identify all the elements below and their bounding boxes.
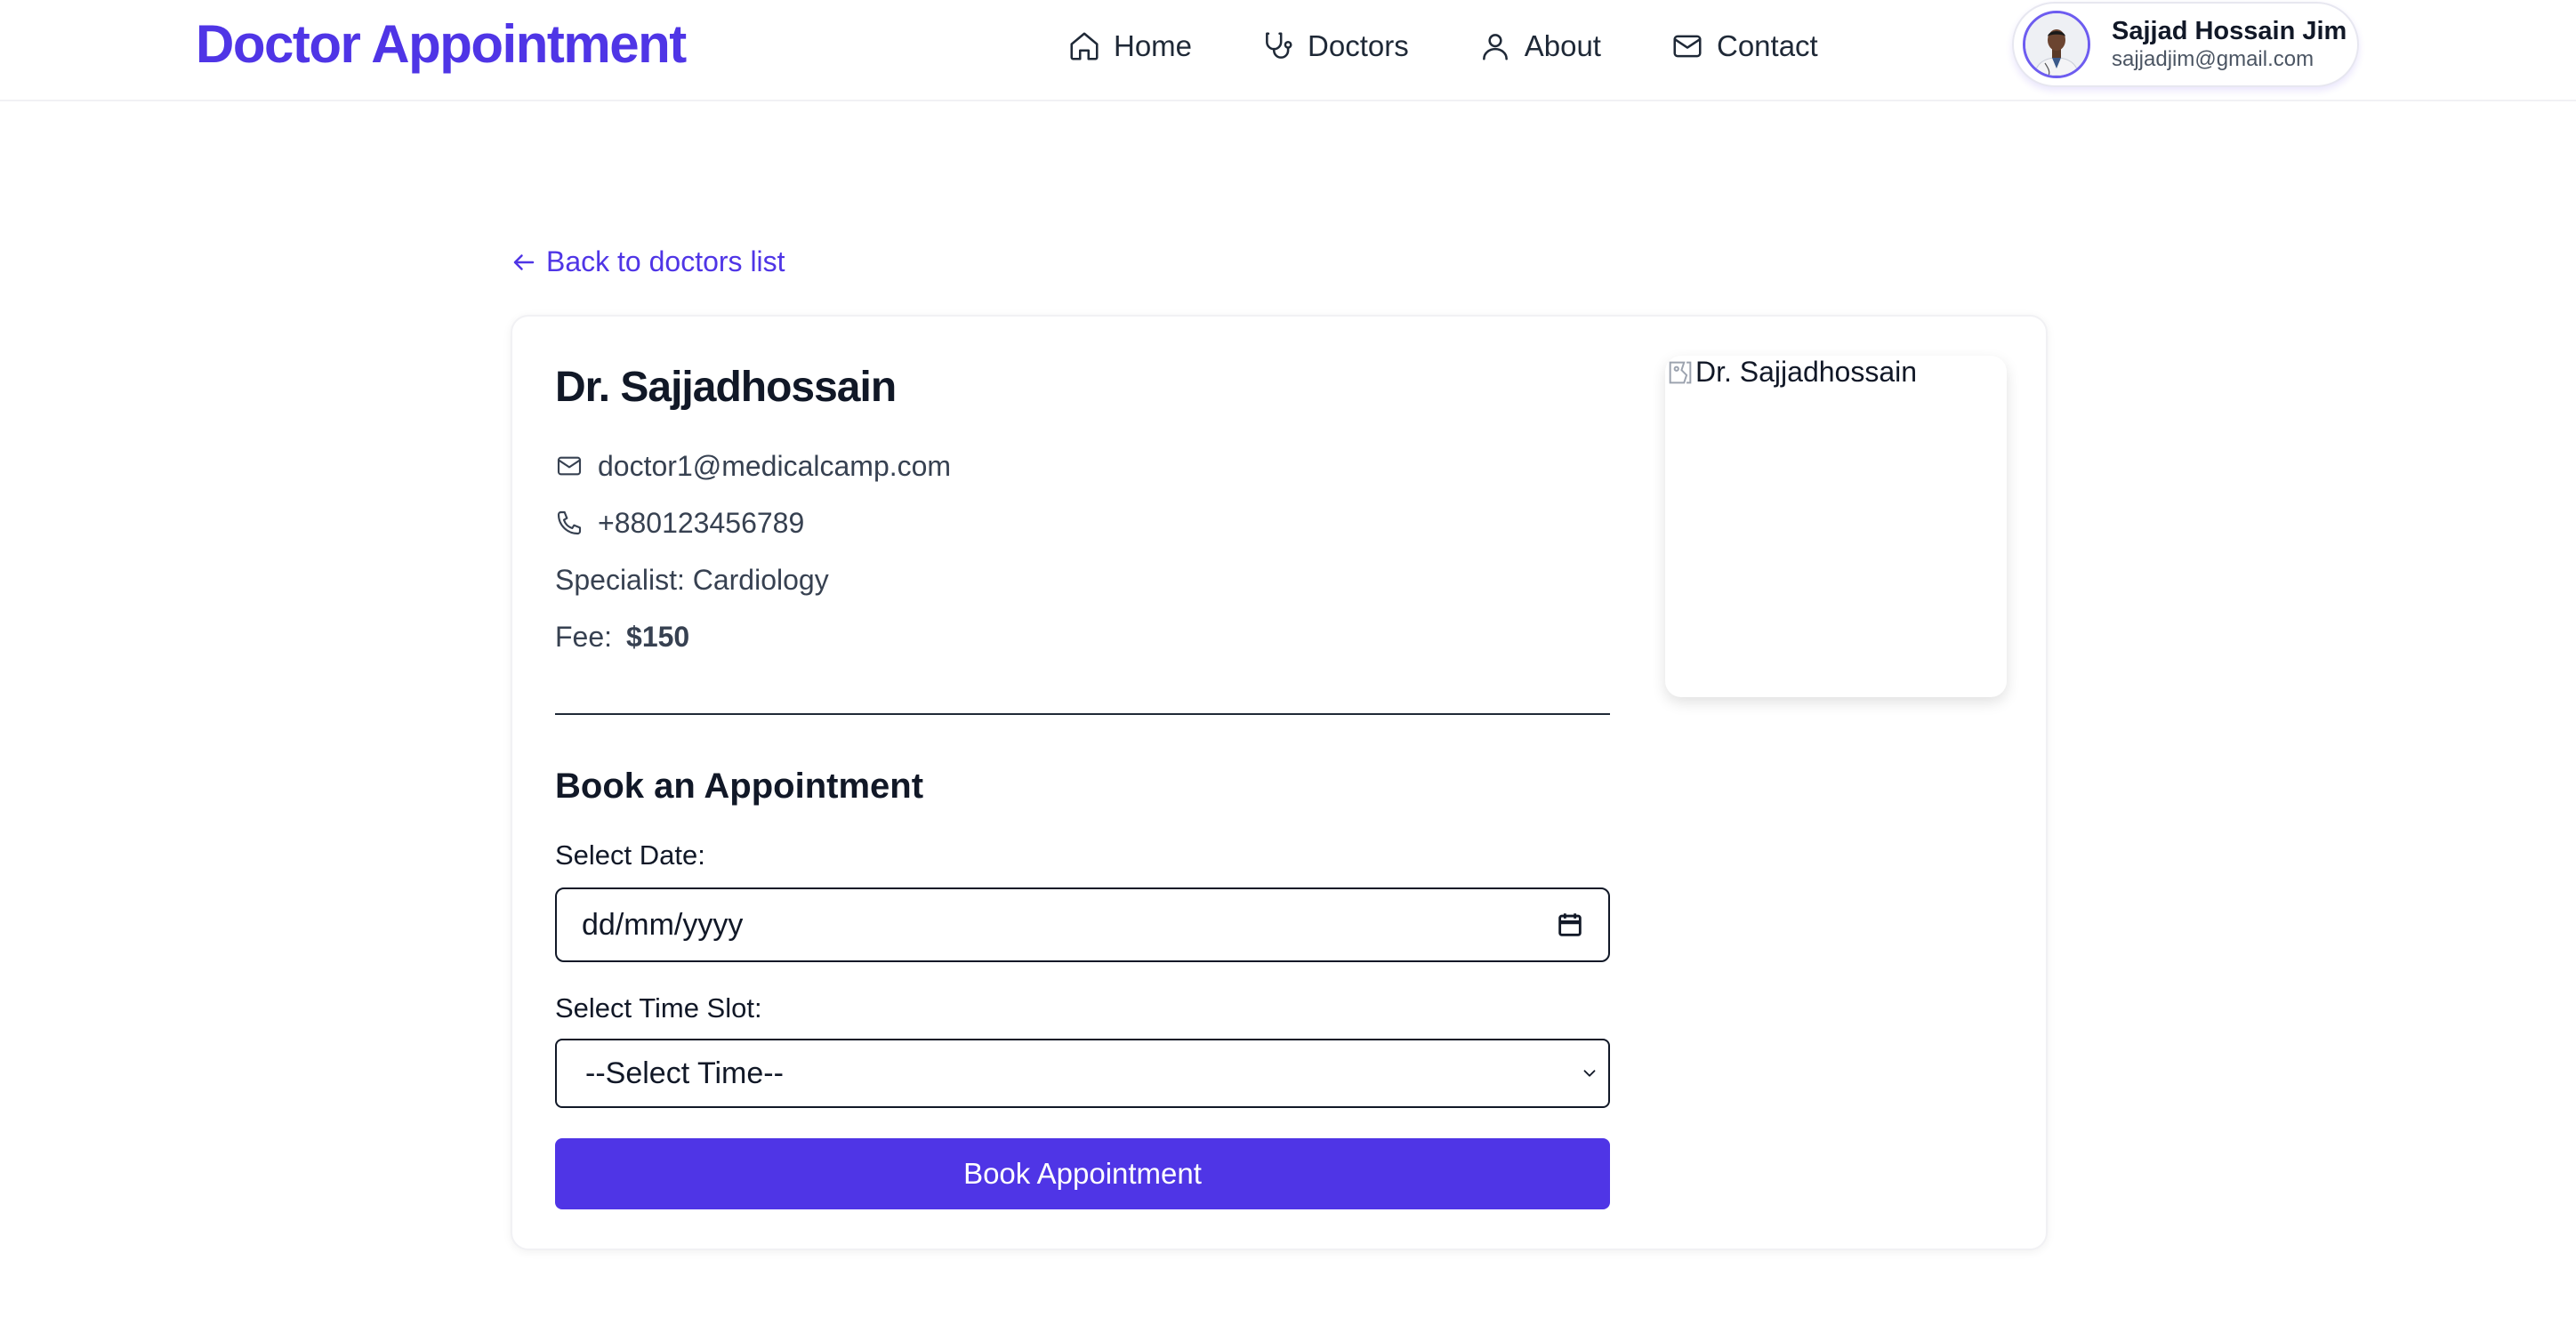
- doctor-email-row: doctor1@medicalcamp.com: [555, 446, 951, 486]
- mail-icon: [1673, 35, 1702, 58]
- back-to-doctors-link[interactable]: Back to doctors list: [511, 245, 785, 278]
- doctor-phone: +880123456789: [598, 507, 805, 539]
- time-label: Select Time Slot:: [555, 992, 762, 1024]
- chevron-down-icon: [1583, 1070, 1596, 1077]
- broken-image: Dr. Sajjadhossain: [1665, 356, 2007, 389]
- nav-home-label: Home: [1114, 29, 1193, 62]
- back-link-label: Back to doctors list: [546, 245, 785, 277]
- specialist-text: Specialist: Cardiology: [555, 564, 829, 596]
- user-profile-button[interactable]: Sajjad Hossain Jim sajjadjim@gmail.com: [2012, 2, 2359, 87]
- user-email: sajjadjim@gmail.com: [2112, 47, 2314, 71]
- navbar: Doctor Appointment Home Doctors About Co…: [0, 0, 2576, 101]
- user-icon: [1482, 34, 1508, 60]
- doctor-photo-alt: Dr. Sajjadhossain: [1695, 356, 1918, 388]
- fee-label: Fee:: [555, 621, 613, 653]
- booking-title: Book an Appointment: [555, 767, 924, 806]
- phone-icon: [557, 510, 582, 535]
- nav-contact-label: Contact: [1716, 29, 1818, 62]
- mail-icon: [557, 456, 582, 476]
- divider: [555, 713, 1610, 715]
- stethoscope-icon: [1266, 32, 1292, 59]
- nav-contact[interactable]: Contact: [1670, 29, 1818, 63]
- arrow-left-icon: [513, 253, 535, 270]
- doctor-name: Dr. Sajjadhossain: [555, 364, 897, 411]
- avatar-image: [2025, 13, 2088, 76]
- doctor-email: doctor1@medicalcamp.com: [598, 450, 952, 482]
- nav-doctors[interactable]: Doctors: [1261, 29, 1409, 63]
- user-info: Sajjad Hossain Jim sajjadjim@gmail.com: [2112, 16, 2347, 73]
- date-input[interactable]: dd/mm/yyyy: [555, 887, 1610, 962]
- doctor-details-card: Dr. Sajjadhossain doctor1@medicalcamp.co…: [511, 315, 2048, 1250]
- time-slot-value: --Select Time--: [585, 1056, 784, 1090]
- user-name: Sajjad Hossain Jim: [2112, 17, 2347, 45]
- doctor-phone-row: +880123456789: [555, 503, 804, 542]
- date-input-value: dd/mm/yyyy: [582, 907, 744, 942]
- nav-about-label: About: [1524, 29, 1601, 62]
- nav-about[interactable]: About: [1478, 29, 1601, 63]
- nav-home[interactable]: Home: [1067, 29, 1192, 63]
- time-slot-select[interactable]: --Select Time--: [555, 1039, 1610, 1108]
- nav-doctors-label: Doctors: [1308, 29, 1409, 62]
- book-appointment-button[interactable]: Book Appointment: [555, 1138, 1610, 1209]
- brand-logo[interactable]: Doctor Appointment: [196, 11, 687, 78]
- avatar: [2023, 11, 2090, 78]
- home-icon: [1070, 32, 1099, 60]
- calendar-icon[interactable]: [1555, 910, 1585, 940]
- fee-value: $150: [626, 621, 690, 653]
- broken-image-icon: [1669, 361, 1692, 383]
- doctor-photo: Dr. Sajjadhossain: [1665, 356, 2007, 697]
- doctor-fee-row: Fee: $150: [555, 617, 689, 656]
- nav-links: Home Doctors About Contact: [1067, 20, 1818, 73]
- doctor-specialist: Specialist: Cardiology: [555, 560, 829, 599]
- date-label: Select Date:: [555, 839, 705, 871]
